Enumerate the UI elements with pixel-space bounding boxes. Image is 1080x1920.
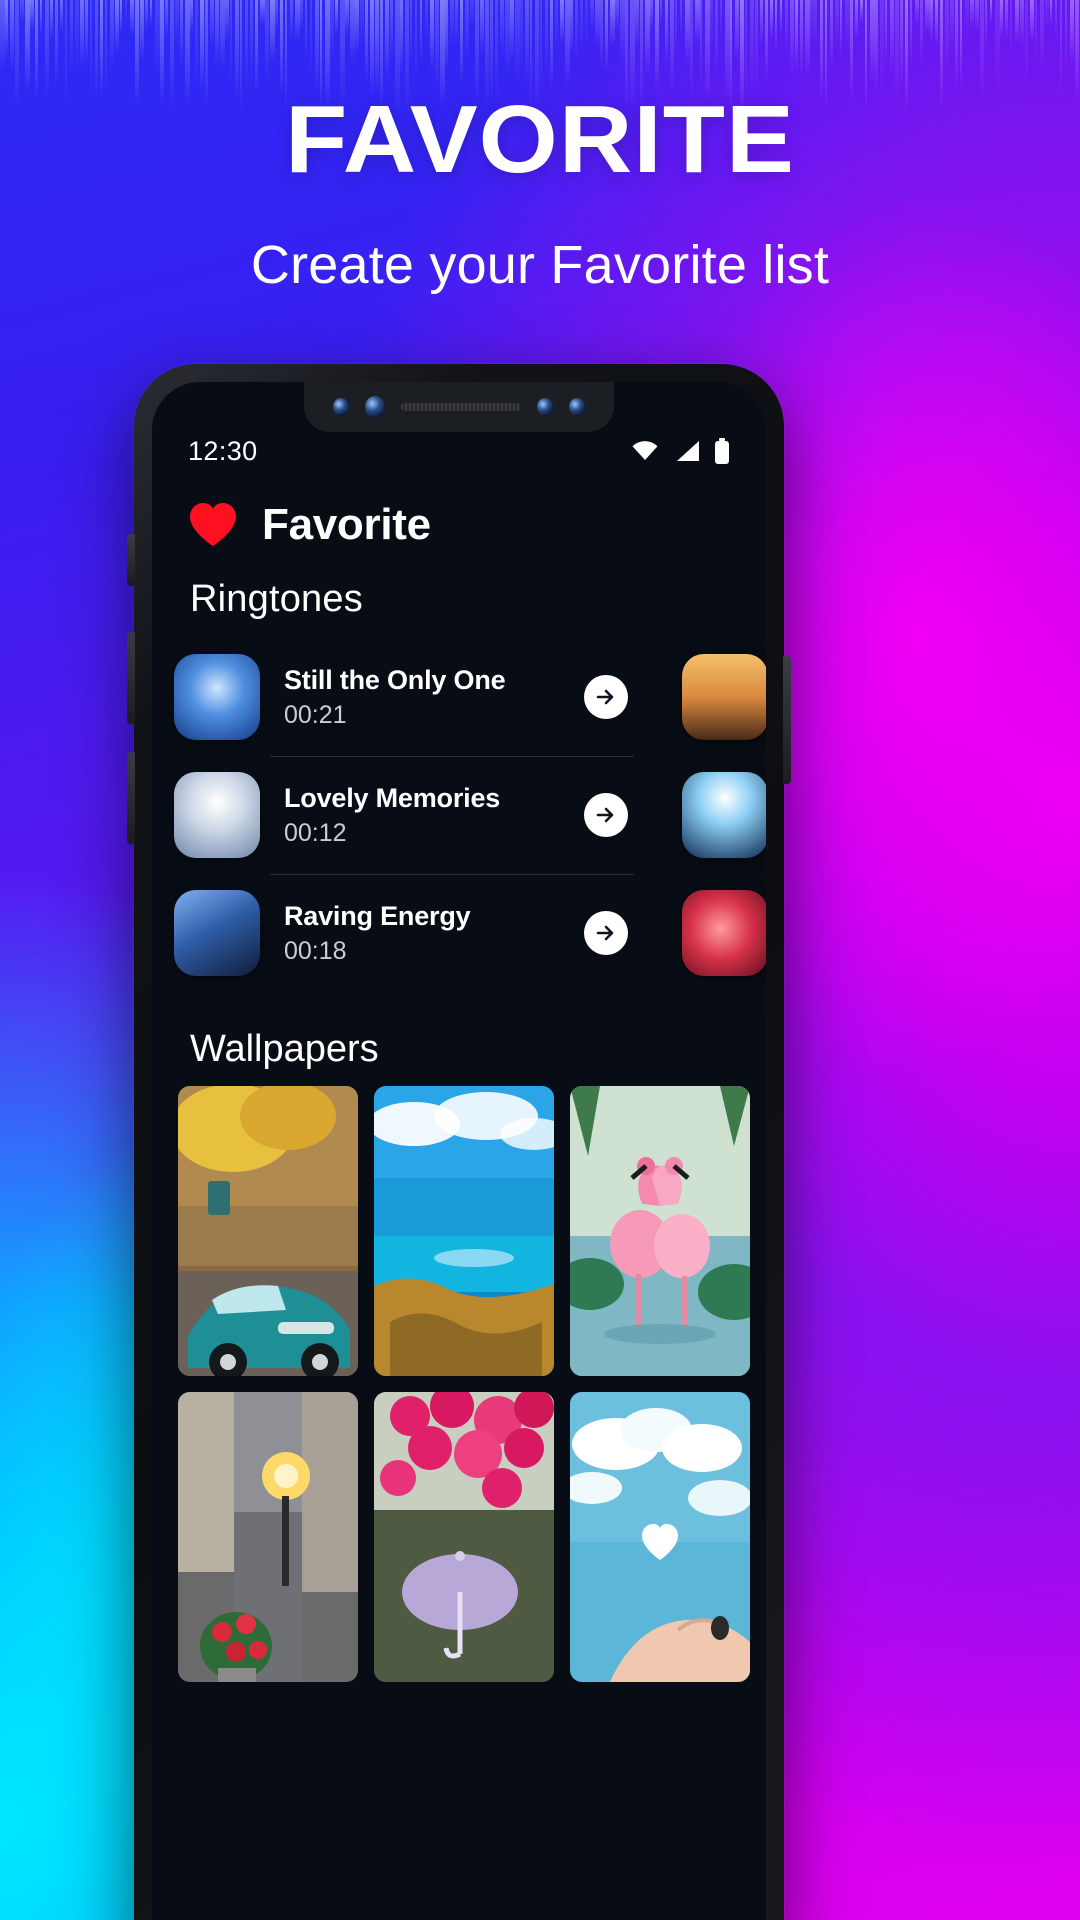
camera-lens-icon [333, 398, 349, 416]
wallpaper-thumbnail[interactable] [178, 1086, 358, 1376]
ringtone-row[interactable]: Fire 00: [682, 756, 766, 874]
phone-power-button[interactable] [783, 656, 791, 784]
cellular-signal-icon [677, 441, 699, 461]
ringtone-thumbnail [682, 654, 766, 740]
phone-screen: 12:30 Favorite Ringtones Still the Only … [152, 382, 766, 1920]
promo-title: FAVORITE [285, 86, 795, 193]
section-label-ringtones: Ringtones [190, 578, 363, 620]
arrow-right-icon[interactable] [584, 675, 628, 719]
ringtone-row[interactable]: Raving Energy 00:18 [174, 874, 644, 992]
phone-volume-down-button[interactable] [127, 752, 135, 844]
ringtone-name: Still the Only One [284, 664, 506, 695]
ringtone-name: Lovely Memories [284, 782, 501, 813]
ringtone-row[interactable]: Lea 00: [682, 874, 766, 992]
ringtone-thumbnail [174, 654, 260, 740]
ringtones-column-right: Du 01:0 Fire 00: [682, 638, 766, 992]
phone-mute-switch[interactable] [127, 534, 135, 586]
status-bar: 12:30 [152, 430, 766, 472]
status-time: 12:30 [188, 435, 258, 466]
wallpapers-grid [178, 1086, 766, 1682]
promo-headings: FAVORITE Create your Favorite list [0, 92, 1080, 295]
wallpaper-thumbnail[interactable] [374, 1392, 554, 1682]
phone-mockup: 12:30 Favorite Ringtones Still the Only … [127, 364, 791, 1920]
app-header: Favorite [152, 482, 766, 568]
ringtone-row[interactable]: Still the Only One 00:21 [174, 638, 644, 756]
wallpaper-thumbnail[interactable] [570, 1086, 750, 1376]
ringtone-meta: Raving Energy 00:18 [284, 901, 560, 966]
arrow-right-icon[interactable] [584, 911, 628, 955]
ringtone-row[interactable]: Lovely Memories 00:12 [174, 756, 644, 874]
ringtone-thumbnail [682, 890, 766, 976]
proximity-sensor-icon [537, 398, 553, 416]
section-label-wallpapers: Wallpapers [190, 1028, 379, 1070]
wifi-icon [632, 441, 658, 460]
ringtone-duration: 00:21 [284, 700, 347, 729]
ringtone-meta: Lovely Memories 00:12 [284, 783, 560, 848]
arrow-right-icon[interactable] [584, 793, 628, 837]
wallpaper-thumbnail[interactable] [178, 1392, 358, 1682]
ambient-light-sensor-icon [569, 398, 585, 416]
ringtone-duration: 00:12 [284, 818, 347, 847]
ringtone-name: Raving Energy [284, 900, 471, 931]
front-camera-icon [365, 396, 385, 418]
wallpaper-thumbnail[interactable] [570, 1392, 750, 1682]
app-title: Favorite [262, 500, 431, 549]
ringtone-thumbnail [174, 890, 260, 976]
heart-icon [188, 502, 238, 548]
ringtones-column-left: Still the Only One 00:21 Lovely Memories… [174, 638, 644, 992]
earpiece-speaker [401, 403, 521, 411]
ringtone-meta: Still the Only One 00:21 [284, 665, 560, 730]
battery-icon [715, 438, 729, 464]
wallpaper-thumbnail[interactable] [374, 1086, 554, 1376]
ringtones-list: Still the Only One 00:21 Lovely Memories… [152, 638, 766, 992]
promo-subtitle: Create your Favorite list [250, 235, 830, 295]
ringtone-duration: 00:18 [284, 936, 347, 965]
ringtone-thumbnail [174, 772, 260, 858]
phone-notch [304, 382, 614, 432]
ringtone-row[interactable]: Du 01:0 [682, 638, 766, 756]
phone-volume-up-button[interactable] [127, 632, 135, 724]
status-icons [630, 438, 730, 464]
ringtone-thumbnail [682, 772, 766, 858]
